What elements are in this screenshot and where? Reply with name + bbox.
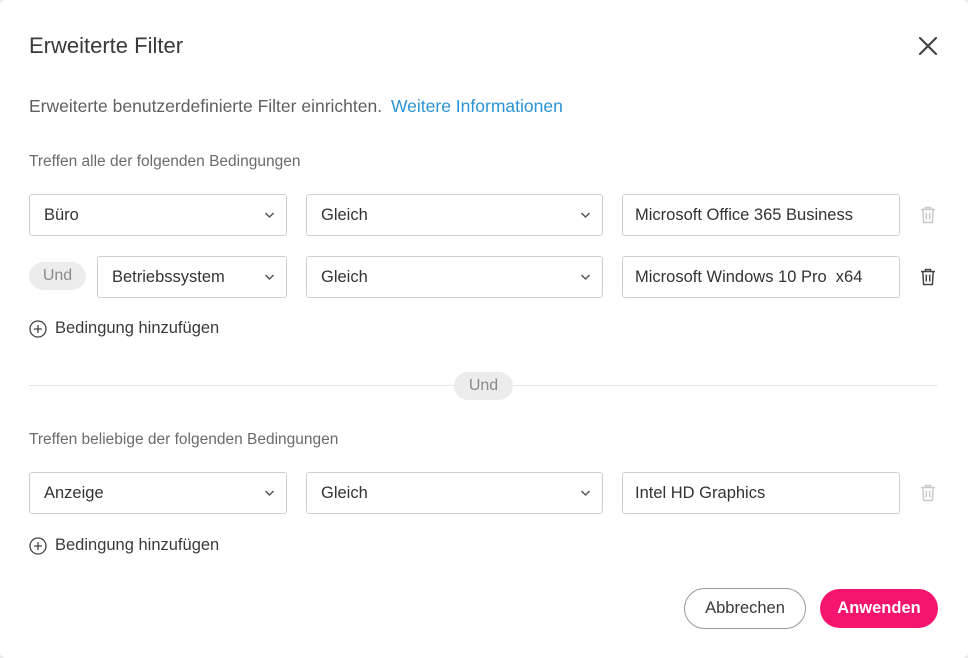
apply-button[interactable]: Anwenden	[820, 589, 938, 628]
field-select-value: Betriebssystem	[112, 267, 225, 286]
value-input[interactable]: Intel HD Graphics	[622, 472, 900, 514]
operator-select[interactable]: Gleich	[306, 256, 603, 298]
operator-select-value: Gleich	[321, 483, 368, 502]
group-connector-badge: Und	[454, 372, 513, 400]
operator-select-value: Gleich	[321, 205, 368, 224]
value-input-text: Microsoft Office 365 Business	[635, 205, 853, 224]
group-any-label: Treffen beliebige der folgenden Bedingun…	[29, 431, 339, 448]
operator-select-value: Gleich	[321, 267, 368, 286]
field-select[interactable]: Büro	[29, 194, 287, 236]
field-select[interactable]: Anzeige	[29, 472, 287, 514]
intro-line: Erweiterte benutzerdefinierte Filter ein…	[29, 96, 563, 117]
operator-select[interactable]: Gleich	[306, 194, 603, 236]
chevron-down-icon	[264, 274, 275, 281]
chevron-down-icon	[264, 490, 275, 497]
dialog-title: Erweiterte Filter	[29, 33, 184, 58]
trash-icon[interactable]	[920, 268, 936, 286]
group-all-label: Treffen alle der folgenden Bedingungen	[29, 153, 301, 170]
intro-text: Erweiterte benutzerdefinierte Filter ein…	[29, 96, 383, 116]
field-select[interactable]: Betriebssystem	[97, 256, 287, 298]
chevron-down-icon	[580, 212, 591, 219]
plus-circle-icon	[29, 319, 47, 338]
value-input[interactable]: Microsoft Windows 10 Pro x64	[622, 256, 900, 298]
close-icon	[918, 36, 938, 56]
value-input-text: Microsoft Windows 10 Pro x64	[635, 267, 863, 286]
plus-circle-icon	[29, 536, 47, 555]
add-condition-button[interactable]: Bedingung hinzufügen	[29, 536, 219, 555]
cancel-button[interactable]: Abbrechen	[684, 588, 806, 629]
trash-icon	[921, 206, 935, 224]
connector-badge: Und	[29, 262, 86, 290]
close-button[interactable]	[915, 33, 941, 59]
add-condition-label: Bedingung hinzufügen	[55, 536, 220, 554]
more-info-link[interactable]: Weitere Informationen	[391, 96, 563, 116]
field-select-value: Büro	[44, 205, 79, 224]
trash-icon	[921, 484, 935, 502]
add-condition-button[interactable]: Bedingung hinzufügen	[29, 319, 219, 338]
value-input-text: Intel HD Graphics	[635, 483, 766, 502]
advanced-filter-dialog: Erweiterte Filter Erweiterte benutzerdef…	[0, 0, 968, 658]
value-input[interactable]: Microsoft Office 365 Business	[622, 194, 900, 236]
operator-select[interactable]: Gleich	[306, 472, 603, 514]
chevron-down-icon	[264, 212, 275, 219]
chevron-down-icon	[580, 274, 591, 281]
field-select-value: Anzeige	[44, 483, 104, 502]
add-condition-label: Bedingung hinzufügen	[55, 319, 220, 337]
chevron-down-icon	[580, 490, 591, 497]
